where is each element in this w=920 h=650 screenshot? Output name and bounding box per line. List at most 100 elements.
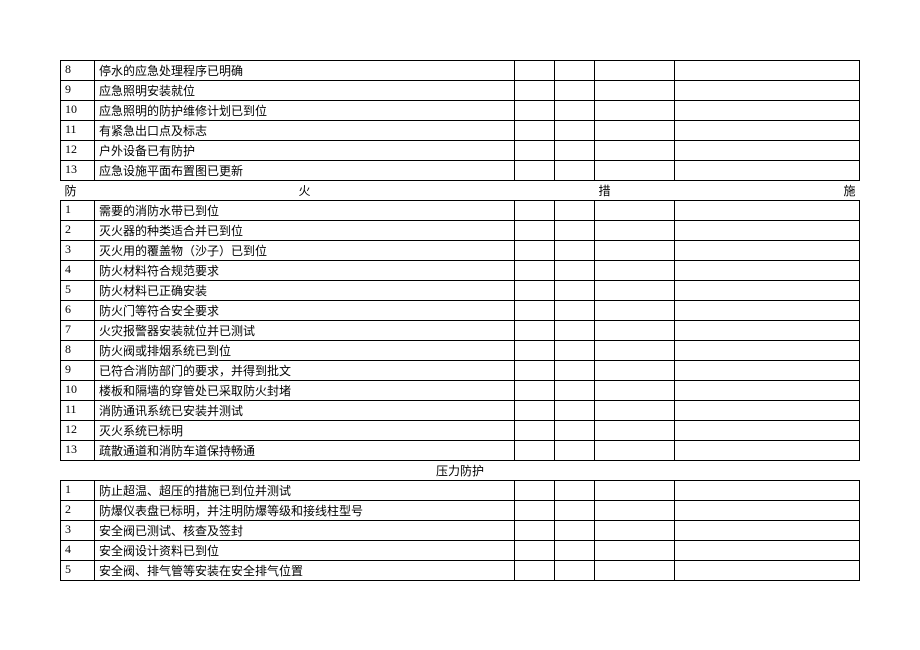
row-check2 [555,321,595,341]
table-row: 10应急照明的防护维修计划已到位 [61,101,860,121]
row-check3 [595,201,675,221]
row-check4 [675,501,860,521]
row-check4 [675,341,860,361]
row-desc: 防火门等符合安全要求 [95,301,515,321]
table-row: 12灭火系统已标明 [61,421,860,441]
row-check2 [555,281,595,301]
row-check1 [515,541,555,561]
row-desc: 安全阀设计资料已到位 [95,541,515,561]
table-row: 6防火门等符合安全要求 [61,301,860,321]
row-desc: 楼板和隔墙的穿管处已采取防火封堵 [95,381,515,401]
row-desc: 灭火器的种类适合并已到位 [95,221,515,241]
row-number: 4 [61,541,95,561]
row-check3 [595,241,675,261]
row-check4 [675,521,860,541]
table-row: 10楼板和隔墙的穿管处已采取防火封堵 [61,381,860,401]
row-check2 [555,241,595,261]
table-row: 8停水的应急处理程序已明确 [61,61,860,81]
row-check2 [555,101,595,121]
row-check2 [555,121,595,141]
row-number: 3 [61,241,95,261]
row-desc: 已符合消防部门的要求，并得到批文 [95,361,515,381]
row-check3 [595,501,675,521]
row-check2 [555,561,595,581]
row-check2 [555,501,595,521]
table-row: 13疏散通道和消防车道保持畅通 [61,441,860,461]
row-number: 13 [61,441,95,461]
row-check4 [675,221,860,241]
row-desc: 有紧急出口点及标志 [95,121,515,141]
row-number: 11 [61,121,95,141]
row-desc: 应急照明安装就位 [95,81,515,101]
row-desc: 防爆仪表盘已标明，并注明防爆等级和接线柱型号 [95,501,515,521]
row-desc: 应急照明的防护维修计划已到位 [95,101,515,121]
row-desc: 应急设施平面布置图已更新 [95,161,515,181]
section-header-pressure: 压力防护 [61,461,860,481]
row-number: 10 [61,101,95,121]
row-desc: 火灾报警器安装就位并已测试 [95,321,515,341]
row-check4 [675,101,860,121]
row-check2 [555,521,595,541]
row-check4 [675,321,860,341]
row-number: 11 [61,401,95,421]
row-check4 [675,261,860,281]
row-check3 [595,481,675,501]
row-number: 1 [61,201,95,221]
row-check2 [555,401,595,421]
row-number: 2 [61,221,95,241]
row-check1 [515,481,555,501]
row-check3 [595,441,675,461]
table-row: 7火灾报警器安装就位并已测试 [61,321,860,341]
row-check3 [595,321,675,341]
row-number: 10 [61,381,95,401]
row-check3 [595,521,675,541]
row-check4 [675,361,860,381]
row-check1 [515,121,555,141]
row-check3 [595,121,675,141]
checklist-table: 8停水的应急处理程序已明确9应急照明安装就位10应急照明的防护维修计划已到位11… [60,60,860,581]
row-number: 5 [61,281,95,301]
table-row: 1需要的消防水带已到位 [61,201,860,221]
table-row: 2灭火器的种类适合并已到位 [61,221,860,241]
row-check3 [595,421,675,441]
row-check1 [515,441,555,461]
row-number: 9 [61,81,95,101]
row-check1 [515,161,555,181]
row-check3 [595,381,675,401]
row-desc: 需要的消防水带已到位 [95,201,515,221]
row-check1 [515,81,555,101]
row-check2 [555,361,595,381]
table-row: 9已符合消防部门的要求，并得到批文 [61,361,860,381]
row-number: 5 [61,561,95,581]
row-check4 [675,141,860,161]
row-check2 [555,81,595,101]
row-desc: 停水的应急处理程序已明确 [95,61,515,81]
row-check1 [515,341,555,361]
table-row: 2防爆仪表盘已标明，并注明防爆等级和接线柱型号 [61,501,860,521]
row-check4 [675,381,860,401]
row-check4 [675,61,860,81]
row-check2 [555,221,595,241]
row-check3 [595,221,675,241]
row-check4 [675,441,860,461]
section-header-fire: 防火措施 [61,181,860,201]
row-check3 [595,101,675,121]
row-check1 [515,521,555,541]
row-check2 [555,201,595,221]
row-check4 [675,421,860,441]
row-check4 [675,121,860,141]
row-check1 [515,281,555,301]
row-check1 [515,401,555,421]
table-row: 4防火材料符合规范要求 [61,261,860,281]
row-number: 1 [61,481,95,501]
row-check2 [555,161,595,181]
row-check4 [675,281,860,301]
row-check1 [515,561,555,581]
row-desc: 防火材料已正确安装 [95,281,515,301]
row-number: 8 [61,61,95,81]
row-check2 [555,61,595,81]
row-number: 6 [61,301,95,321]
table-row: 11消防通讯系统已安装并测试 [61,401,860,421]
row-check4 [675,161,860,181]
row-check1 [515,421,555,441]
